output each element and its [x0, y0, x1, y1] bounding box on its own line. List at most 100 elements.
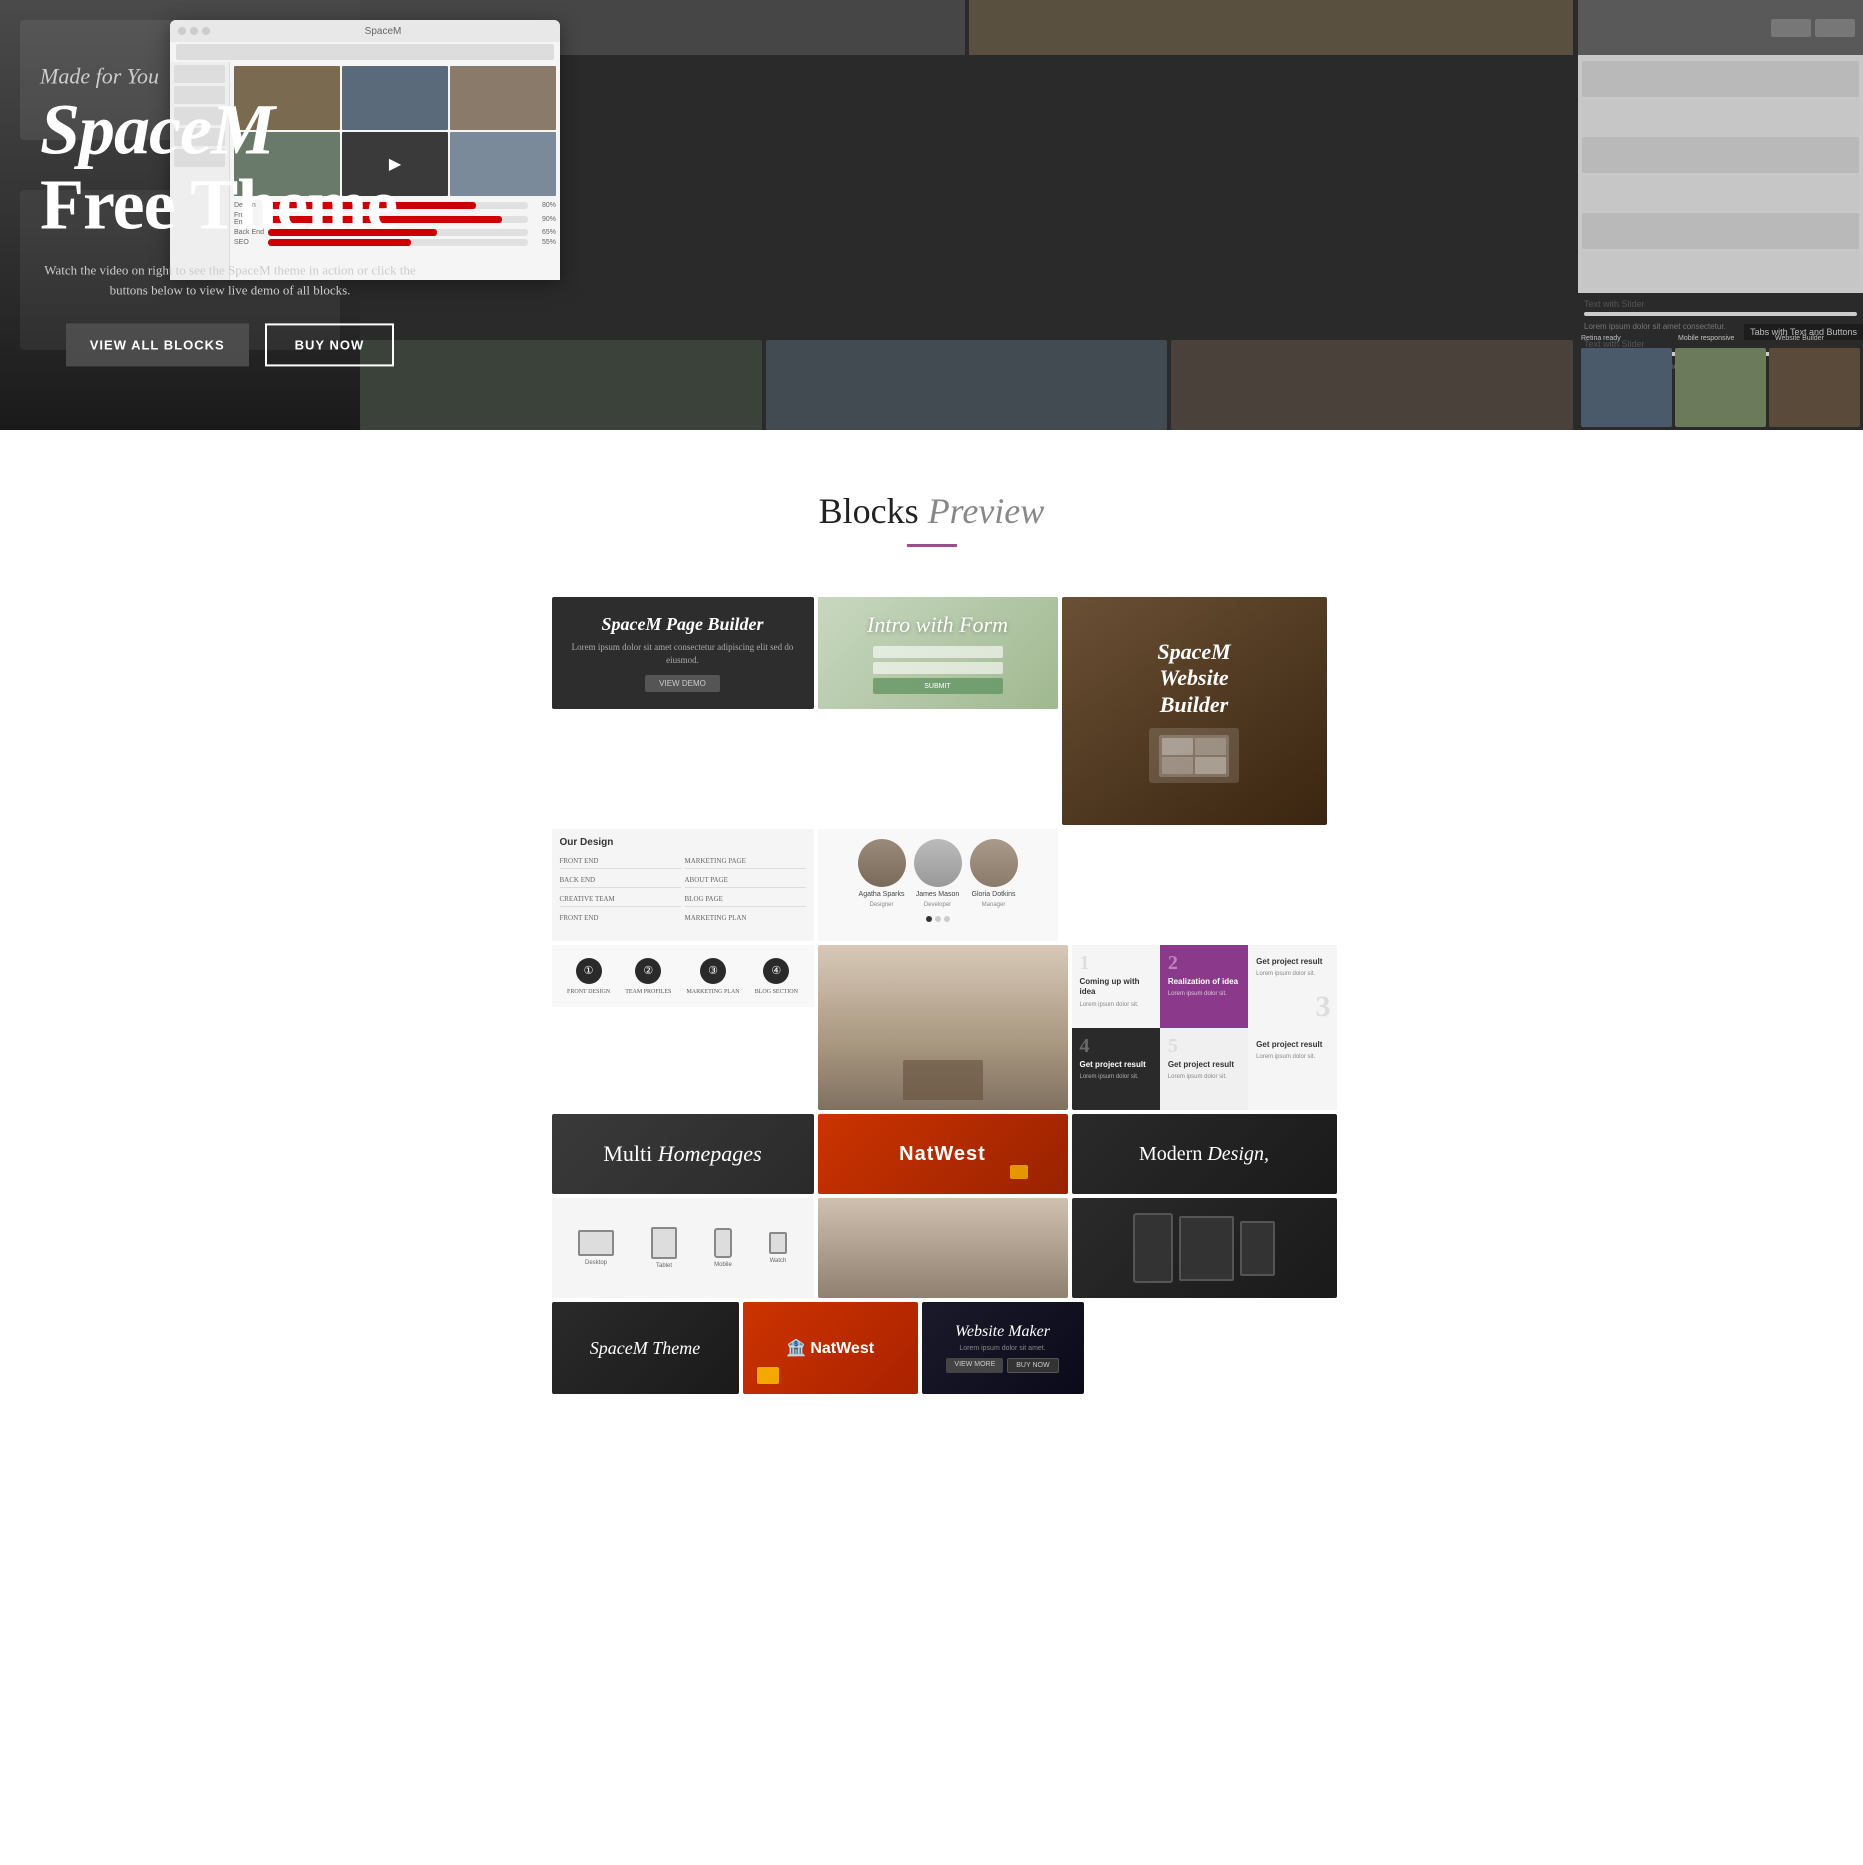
wb-preview-cell-2: [1195, 738, 1226, 755]
preview-row-6: SpaceM Theme 🏦 NatWest Website Maker Lor…: [552, 1302, 1312, 1394]
team-dot-3: [944, 916, 950, 922]
team-avatar-2: [914, 839, 962, 887]
office-table: [903, 1060, 983, 1100]
design-item-7: FRONT END: [560, 911, 681, 925]
blocks-title-italic: Preview: [928, 491, 1045, 531]
hero-bottom-strip: [360, 340, 1573, 430]
tech-device-2: [1179, 1216, 1234, 1281]
team-avatar-1-img: [858, 839, 906, 887]
hero-buttons: VIEW ALL BLOCKS BUY NOW: [40, 324, 420, 367]
preview-row-3: ① FRONT DESIGN ② TEAM PROFILES ③ MARKETI…: [552, 945, 1312, 1110]
hero-top-img-2: [969, 0, 1574, 55]
wm-btn-2[interactable]: BUY NOW: [1007, 1358, 1058, 1373]
browser-dot-1: [178, 27, 186, 35]
team-avatar-2-img: [914, 839, 962, 887]
hero-right-divider-1: [1584, 312, 1857, 316]
browser-img-3: [450, 66, 556, 130]
icon-item-1: ① FRONT DESIGN: [567, 958, 610, 995]
hero-bottom-img-1: [360, 340, 762, 430]
buy-now-button[interactable]: BUY NOW: [265, 324, 395, 367]
natwest-logo: 🏦 NatWest: [786, 1338, 874, 1358]
wb-preview-cell-3: [1162, 757, 1193, 774]
wb-device-preview: [1149, 728, 1239, 783]
hero-sidebar-item-1: [1582, 61, 1859, 97]
hero-made-for: Made for You: [40, 63, 420, 89]
multi-home-normal: Multi: [603, 1141, 657, 1166]
browser-titlebar: SpaceM: [170, 20, 560, 42]
form-input-2: [873, 662, 1003, 674]
step-2-title: Realization of idea: [1168, 977, 1240, 987]
preview-card-design-grid: Our Design FRONT END MARKETING PAGE BACK…: [552, 829, 814, 941]
office-image-content: [818, 945, 1068, 1110]
view-all-blocks-button[interactable]: VIEW ALL BLOCKS: [66, 324, 249, 367]
step-4-title: Get project result: [1080, 1060, 1152, 1070]
design-item-2: MARKETING PAGE: [685, 854, 806, 869]
page-builder-desc: Lorem ipsum dolor sit amet consectetur a…: [564, 641, 802, 666]
icon-circle-4: ④: [763, 958, 789, 984]
preview-grid-container: SpaceM Page Builder Lorem ipsum dolor si…: [532, 597, 1332, 1458]
wb-line2: Website: [1159, 665, 1228, 690]
design-item-5: CREATIVE TEAM: [560, 892, 681, 907]
hero-right-sidebar: [1578, 55, 1863, 293]
hero-sidebar-item-6: [1582, 251, 1859, 287]
spacem-theme-italic: Theme: [652, 1338, 700, 1358]
step-5-desc: Lorem ipsum dolor sit.: [1168, 1073, 1240, 1081]
hero-sidebar-item-5: [1582, 213, 1859, 249]
spacem-theme-title: SpaceM Theme: [590, 1338, 700, 1359]
step-3-num-large: 3: [1316, 992, 1331, 1022]
multi-homepages-title: Multi Homepages: [603, 1141, 761, 1167]
design-item-8: MARKETING PLAN: [685, 911, 806, 925]
design-item-4: ABOUT PAGE: [685, 873, 806, 888]
step-3-desc: Lorem ipsum dolor sit.: [1256, 970, 1328, 978]
row2-spacer: [1062, 829, 1327, 941]
website-maker-buttons: VIEW MORE BUY NOW: [946, 1358, 1058, 1373]
device-mobile-icon: [714, 1228, 732, 1258]
hero-bottom-right-img-1: [1581, 348, 1672, 427]
icon-label-2: TEAM PROFILES: [625, 989, 671, 995]
team-dot-2: [935, 916, 941, 922]
device-desktop: Desktop: [578, 1230, 614, 1266]
form-input-1: [873, 646, 1003, 658]
hero-bottom-label-3: Website Builder: [1775, 335, 1824, 342]
blocks-preview-title: Blocks Preview: [0, 490, 1863, 532]
icon-item-4: ④ BLOG SECTION: [755, 958, 798, 995]
hero-right-text-1: Text with Slider: [1584, 299, 1857, 309]
modern-design-normal: Modern: [1139, 1143, 1207, 1165]
step-6-title: Get project result: [1256, 1040, 1328, 1050]
step-1-label: 1: [1080, 953, 1152, 973]
preview-row-4: Multi Homepages NatWest Modern Design,: [552, 1114, 1312, 1194]
preview-card-spacem-theme: SpaceM Theme: [552, 1302, 739, 1394]
preview-card-icons: ① FRONT DESIGN ② TEAM PROFILES ③ MARKETI…: [552, 945, 814, 1007]
device-mobile: Mobile: [714, 1228, 732, 1268]
intro-form-fields: SUBMIT: [873, 646, 1003, 694]
preview-card-multi-homepages: Multi Homepages: [552, 1114, 814, 1194]
step-3-title: Get project result: [1256, 957, 1328, 967]
preview-card-natwest: 🏦 NatWest: [743, 1302, 918, 1394]
team-role-1: Designer: [869, 902, 893, 908]
intro-form-title: Intro with Form: [867, 612, 1008, 638]
device-mobile-label: Mobile: [714, 1262, 732, 1268]
hero-right-top: [1578, 0, 1863, 55]
browser-bar-pct-frontend: 90%: [532, 216, 556, 223]
preview-card-team: Agatha Sparks Designer James Mason Devel…: [818, 829, 1058, 941]
hero-right-btn-1: [1771, 19, 1811, 37]
icon-item-3: ③ MARKETING PLAN: [686, 958, 739, 995]
preview-card-modern-design: Modern Design,: [1072, 1114, 1337, 1194]
step-2-label: 2: [1168, 953, 1240, 973]
wb-line1: SpaceM: [1157, 639, 1230, 664]
step-4-desc: Lorem ipsum dolor sit.: [1080, 1073, 1152, 1081]
form-submit[interactable]: SUBMIT: [873, 678, 1003, 694]
step-1-desc: Lorem ipsum dolor sit.: [1080, 1001, 1152, 1009]
hero-title-bold: Free Theme: [40, 165, 420, 244]
preview-card-website-maker: Website Maker Lorem ipsum dolor sit amet…: [922, 1302, 1084, 1394]
room-image-bg: [818, 1198, 1068, 1298]
wm-btn-1[interactable]: VIEW MORE: [946, 1358, 1003, 1373]
title-underline: [907, 544, 957, 547]
step-5-label: 5: [1168, 1036, 1240, 1056]
spacem-theme-normal: SpaceM: [590, 1338, 652, 1358]
team-name-2: James Mason: [916, 891, 960, 898]
page-builder-btn[interactable]: VIEW DEMO: [645, 675, 720, 692]
preview-card-website-builder: SpaceM Website Builder: [1062, 597, 1327, 825]
step-6-desc: Lorem ipsum dolor sit.: [1256, 1053, 1328, 1061]
device-tablet-icon: [651, 1227, 677, 1259]
